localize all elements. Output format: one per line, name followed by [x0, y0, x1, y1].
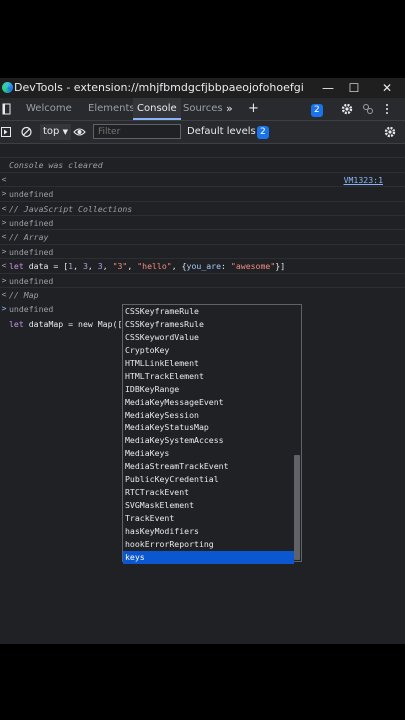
log-levels-dropdown[interactable]: Default levels ▼ — [187, 121, 264, 143]
customize-icon[interactable] — [362, 98, 374, 120]
prompt-arrow-icon: > — [1, 304, 7, 314]
input-row: > let data = [1, 3, 3, "3", "hello", {yo… — [0, 230, 405, 271]
autocomplete-item[interactable]: MediaStreamTrackEvent — [123, 460, 294, 473]
autocomplete-item[interactable]: SVGMaskElement — [123, 499, 294, 512]
autocomplete-dropdown[interactable]: CSSKeyframeRule CSSKeyframesRule CSSKeywor… — [122, 304, 302, 564]
more-tabs-button[interactable]: » — [226, 98, 233, 120]
result-row: < undefined — [0, 245, 405, 286]
console-cleared-row: Console was cleared VM1323:1 — [0, 144, 405, 185]
close-button[interactable]: ✕ — [375, 78, 399, 98]
input-row: > // Map — [0, 259, 405, 300]
autocomplete-item[interactable]: MediaKeyMessageEvent — [123, 396, 294, 409]
edge-logo-icon — [2, 82, 13, 93]
add-tab-button[interactable]: + — [248, 98, 259, 120]
autocomplete-item[interactable]: RTCTrackEvent — [123, 486, 294, 499]
result-row: < undefined — [0, 158, 405, 199]
chevron-down-icon: ▼ — [62, 128, 68, 136]
context-value: top — [43, 126, 60, 137]
title-bar: DevTools - extension://mhjfbmdgcfjbbpaeo… — [0, 78, 405, 98]
autocomplete-item[interactable]: HTMLLinkElement — [123, 357, 294, 370]
live-expression-eye-icon[interactable] — [73, 121, 86, 143]
autocomplete-item[interactable]: IDBKeyRange — [123, 383, 294, 396]
toggle-device-icon[interactable] — [2, 98, 12, 120]
autocomplete-item[interactable]: MediaKeyStatusMap — [123, 421, 294, 434]
dock-options-icon[interactable] — [384, 98, 390, 120]
result-row: < undefined — [0, 216, 405, 257]
devtools-window: DevTools - extension://mhjfbmdgcfjbbpaeo… — [0, 78, 405, 644]
issues-counter[interactable]: 2 — [257, 121, 269, 143]
console-toolbar: top ▼ Default levels ▼ 2 — [0, 121, 405, 144]
filter-input[interactable] — [93, 124, 181, 139]
context-selector[interactable]: top ▼ — [40, 124, 71, 140]
tab-console[interactable]: Console — [133, 98, 181, 120]
autocomplete-item[interactable]: CryptoKey — [123, 344, 294, 357]
autocomplete-item[interactable]: PublicKeyCredential — [123, 473, 294, 486]
sidebar-toggle-icon[interactable] — [1, 121, 11, 143]
tab-welcome[interactable]: Welcome — [26, 98, 72, 120]
autocomplete-item[interactable]: hasKeyModifiers — [123, 525, 294, 538]
log-levels-label: Default levels — [187, 126, 256, 137]
result-row: < undefined — [0, 274, 405, 314]
autocomplete-item[interactable]: keys — [123, 550, 294, 564]
autocomplete-item[interactable]: TrackEvent — [123, 512, 294, 525]
settings-gear-icon[interactable] — [341, 98, 353, 120]
autocomplete-item[interactable]: MediaKeys — [123, 447, 294, 460]
window-title: DevTools - extension://mhjfbmdgcfjbbpaeo… — [14, 81, 304, 94]
input-row: > // Array — [0, 202, 405, 242]
issues-badge[interactable]: 2 — [311, 98, 323, 120]
console-settings-gear-icon[interactable] — [384, 121, 396, 143]
tab-sources[interactable]: Sources — [183, 98, 223, 120]
autocomplete-item[interactable]: MediaKeySystemAccess — [123, 434, 294, 447]
tab-elements[interactable]: Elements — [88, 98, 135, 120]
result-row: < undefined — [0, 187, 405, 228]
input-row: > // JavaScript Collections — [0, 173, 405, 214]
autocomplete-item[interactable]: CSSKeywordValue — [123, 331, 294, 344]
maximize-button[interactable]: ☐ — [342, 78, 366, 98]
autocomplete-item[interactable]: HTMLTrackElement — [123, 370, 294, 383]
console-messages: Console was cleared VM1323:1 < undefined… — [0, 144, 405, 330]
console-prompt[interactable]: > let dataMap = new Map([[ke]]) — [0, 288, 405, 330]
autocomplete-item[interactable]: hookErrorReporting — [123, 538, 294, 551]
autocomplete-list: CSSKeyframeRule CSSKeyframesRule CSSKeywor… — [123, 305, 294, 564]
minimize-button[interactable]: — — [316, 78, 340, 98]
clear-console-icon[interactable] — [21, 121, 32, 143]
autocomplete-scrollbar[interactable] — [294, 455, 300, 560]
autocomplete-item[interactable]: CSSKeyframesRule — [123, 318, 294, 331]
panel-tab-bar: Welcome Elements Console Sources » + 2 — [0, 98, 405, 121]
autocomplete-item[interactable]: MediaKeySession — [123, 409, 294, 422]
autocomplete-item[interactable]: CSSKeyframeRule — [123, 305, 294, 318]
